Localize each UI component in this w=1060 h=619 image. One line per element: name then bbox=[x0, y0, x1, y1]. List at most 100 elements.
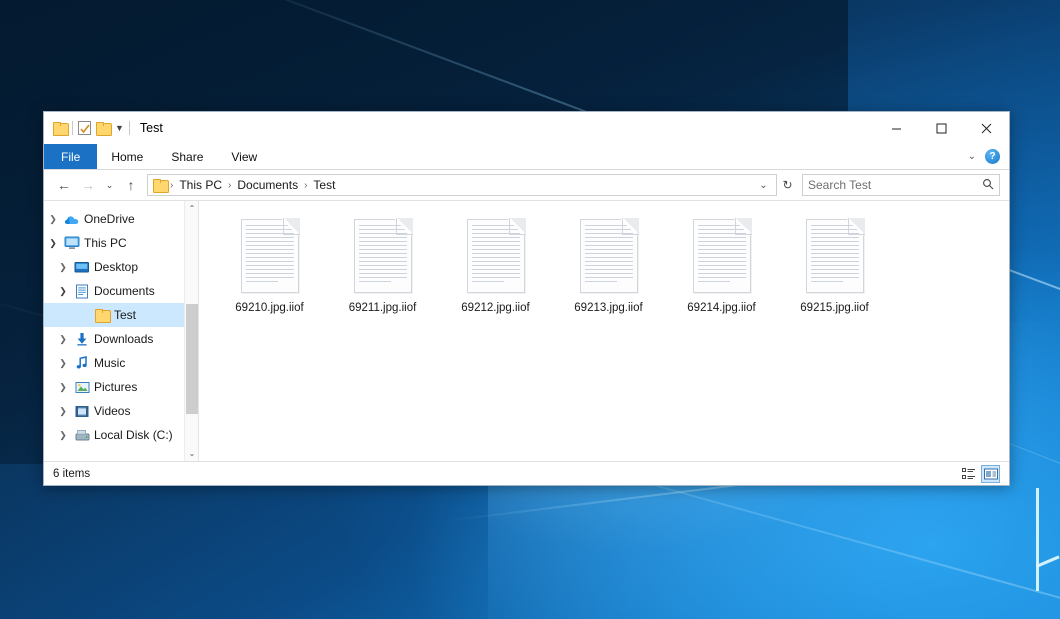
file-name: 69215.jpg.iiof bbox=[800, 302, 868, 314]
title-bar: ▼ Test bbox=[44, 112, 1009, 144]
navigation-pane: ❯ OneDrive ❯ This PC ❯ Desktop bbox=[44, 201, 199, 461]
sidebar-item-test[interactable]: Test bbox=[44, 303, 199, 327]
scroll-up-icon[interactable]: ⌃ bbox=[185, 201, 199, 216]
generic-document-icon bbox=[580, 219, 638, 293]
sidebar-item-onedrive[interactable]: ❯ OneDrive bbox=[44, 207, 199, 231]
breadcrumb-separator: › bbox=[169, 180, 174, 191]
sidebar-item-label: Test bbox=[112, 308, 136, 322]
item-count-label: 6 items bbox=[53, 468, 90, 480]
forward-button: → bbox=[77, 174, 99, 196]
breadcrumb-separator: › bbox=[227, 180, 232, 191]
file-name: 69213.jpg.iiof bbox=[574, 302, 642, 314]
sidebar-item-desktop[interactable]: ❯ Desktop bbox=[44, 255, 199, 279]
generic-document-icon bbox=[467, 219, 525, 293]
chevron-right-icon[interactable]: ❯ bbox=[54, 406, 72, 417]
sidebar-item-label: Music bbox=[92, 356, 125, 370]
breadcrumb-item-this-pc[interactable]: This PC bbox=[175, 178, 226, 192]
minimize-button[interactable] bbox=[874, 112, 919, 144]
properties-icon[interactable] bbox=[78, 121, 91, 135]
chevron-right-icon[interactable]: ❯ bbox=[44, 214, 62, 225]
chevron-down-icon[interactable]: ❯ bbox=[44, 238, 62, 249]
desktop-icon bbox=[72, 261, 92, 274]
refresh-button[interactable]: ↻ bbox=[779, 174, 796, 196]
close-button[interactable] bbox=[964, 112, 1009, 144]
sidebar-scrollbar[interactable]: ⌃ ⌄ bbox=[184, 201, 199, 461]
sidebar-item-downloads[interactable]: ❯ Downloads bbox=[44, 327, 199, 351]
chevron-down-icon[interactable]: ❯ bbox=[54, 286, 72, 297]
chevron-right-icon[interactable]: ❯ bbox=[54, 358, 72, 369]
sidebar-item-label: Videos bbox=[92, 404, 130, 418]
sidebar-item-documents[interactable]: ❯ Documents bbox=[44, 279, 199, 303]
file-name: 69214.jpg.iiof bbox=[687, 302, 755, 314]
sidebar-item-videos[interactable]: ❯ Videos bbox=[44, 399, 199, 423]
toolbar-divider bbox=[129, 121, 130, 135]
chevron-right-icon[interactable]: ❯ bbox=[54, 334, 72, 345]
quick-access-toolbar: ▼ bbox=[53, 121, 130, 135]
history-dropdown-icon[interactable]: ⌄ bbox=[755, 180, 772, 191]
help-icon[interactable]: ? bbox=[985, 149, 1000, 164]
sidebar-item-local-disk-c[interactable]: ❯ Local Disk (C:) bbox=[44, 423, 199, 447]
music-icon bbox=[72, 356, 92, 370]
toolbar-divider bbox=[72, 121, 73, 135]
recent-locations-button[interactable]: ⌄ bbox=[101, 174, 118, 196]
tab-file[interactable]: File bbox=[44, 144, 97, 169]
view-mode-buttons bbox=[959, 465, 1000, 483]
file-item[interactable]: 69212.jpg.iiof bbox=[439, 215, 552, 314]
file-item[interactable]: 69214.jpg.iiof bbox=[665, 215, 778, 314]
file-explorer-window: ▼ Test File Home Share View ⌄ ? ← → bbox=[43, 111, 1010, 486]
scroll-down-icon[interactable]: ⌄ bbox=[185, 446, 199, 461]
tab-share[interactable]: Share bbox=[157, 144, 217, 169]
generic-document-icon bbox=[693, 219, 751, 293]
window-title: Test bbox=[140, 121, 163, 135]
file-item[interactable]: 69210.jpg.iiof bbox=[213, 215, 326, 314]
window-controls bbox=[874, 112, 1009, 144]
maximize-button[interactable] bbox=[919, 112, 964, 144]
file-item[interactable]: 69213.jpg.iiof bbox=[552, 215, 665, 314]
file-item[interactable]: 69211.jpg.iiof bbox=[326, 215, 439, 314]
file-name: 69212.jpg.iiof bbox=[461, 302, 529, 314]
search-icon[interactable] bbox=[982, 178, 994, 193]
ribbon-tab-bar: File Home Share View ⌄ ? bbox=[44, 144, 1009, 170]
breadcrumb-separator: › bbox=[303, 180, 308, 191]
tab-home[interactable]: Home bbox=[97, 144, 157, 169]
search-box[interactable]: Search Test bbox=[802, 174, 1000, 196]
scrollbar-thumb[interactable] bbox=[186, 304, 198, 414]
file-list-view[interactable]: 69210.jpg.iiof 69211.jpg.iiof bbox=[199, 201, 1009, 461]
breadcrumb-item-documents[interactable]: Documents bbox=[233, 178, 302, 192]
address-bar: ← → ⌄ ↑ › This PC › Documents › Test ⌄ ↻… bbox=[44, 170, 1009, 200]
breadcrumb: › This PC › Documents › Test bbox=[169, 178, 755, 192]
chevron-right-icon[interactable]: ❯ bbox=[54, 262, 72, 273]
monitor-icon bbox=[62, 236, 82, 250]
breadcrumb-item-test[interactable]: Test bbox=[309, 178, 339, 192]
windows-logo-edge bbox=[1036, 488, 1039, 591]
large-icons-view-icon[interactable] bbox=[981, 465, 1000, 483]
chevron-down-icon[interactable]: ▼ bbox=[115, 124, 124, 133]
details-view-icon[interactable] bbox=[959, 465, 978, 483]
chevron-down-icon[interactable]: ⌄ bbox=[968, 151, 976, 162]
downloads-icon bbox=[72, 332, 92, 346]
documents-icon bbox=[72, 284, 92, 299]
breadcrumb-bar[interactable]: › This PC › Documents › Test ⌄ bbox=[147, 174, 777, 196]
videos-icon bbox=[72, 405, 92, 418]
sidebar-item-label: Local Disk (C:) bbox=[92, 428, 173, 442]
sidebar-item-pictures[interactable]: ❯ Pictures bbox=[44, 375, 199, 399]
sidebar-item-label: Pictures bbox=[92, 380, 137, 394]
up-button[interactable]: ↑ bbox=[120, 174, 142, 196]
status-bar: 6 items bbox=[44, 461, 1009, 485]
chevron-right-icon[interactable]: ❯ bbox=[54, 430, 72, 441]
folder-icon[interactable] bbox=[53, 122, 67, 134]
generic-document-icon bbox=[241, 219, 299, 293]
new-folder-icon[interactable] bbox=[96, 122, 110, 134]
chevron-right-icon[interactable]: ❯ bbox=[54, 382, 72, 393]
tab-view[interactable]: View bbox=[217, 144, 271, 169]
sidebar-item-this-pc[interactable]: ❯ This PC bbox=[44, 231, 199, 255]
file-grid: 69210.jpg.iiof 69211.jpg.iiof bbox=[213, 215, 1009, 314]
sidebar-item-music[interactable]: ❯ Music bbox=[44, 351, 199, 375]
sidebar-item-label: OneDrive bbox=[82, 212, 135, 226]
search-input[interactable]: Search Test bbox=[808, 178, 982, 192]
sidebar-item-label: This PC bbox=[82, 236, 127, 250]
file-item[interactable]: 69215.jpg.iiof bbox=[778, 215, 891, 314]
back-button[interactable]: ← bbox=[53, 174, 75, 196]
disk-icon bbox=[72, 429, 92, 442]
generic-document-icon bbox=[354, 219, 412, 293]
